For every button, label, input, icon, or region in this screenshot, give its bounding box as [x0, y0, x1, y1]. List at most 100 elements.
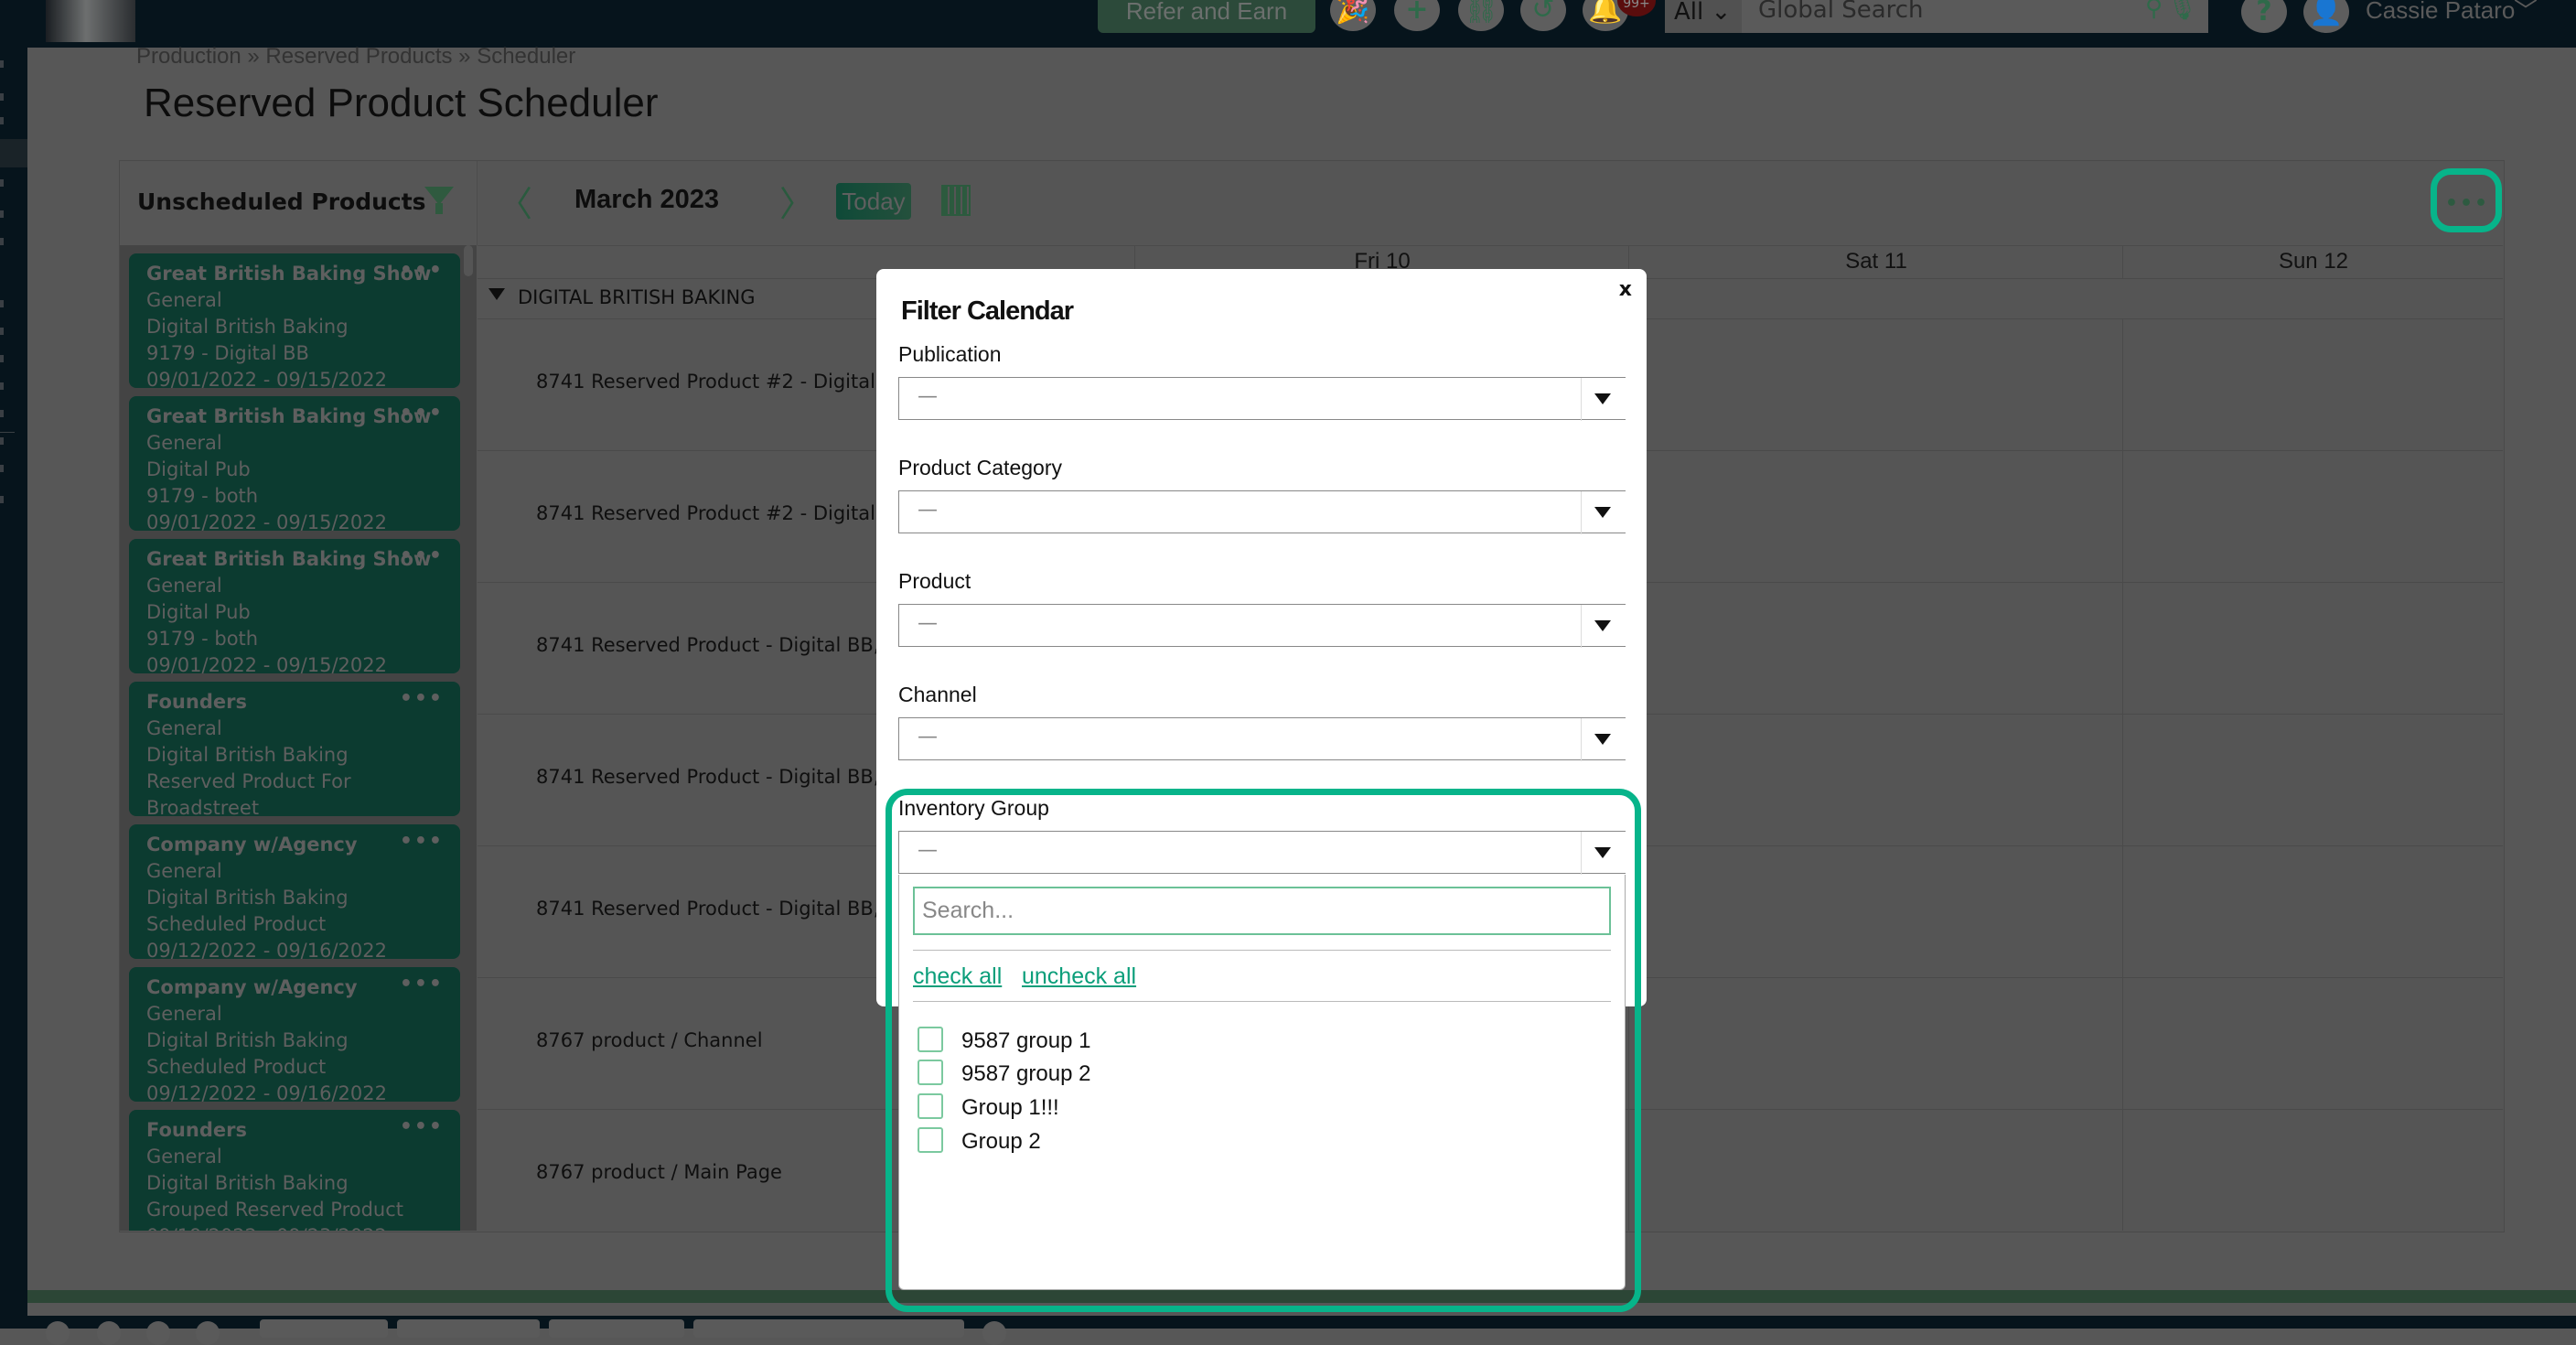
link-icon[interactable]: ⛓	[1458, 0, 1504, 31]
global-search-placeholder: Global Search	[1758, 0, 1924, 24]
help-icon[interactable]: ?	[2241, 0, 2287, 33]
publication-dropdown-toggle[interactable]	[1581, 378, 1626, 421]
unscheduled-card[interactable]: Founders General Digital British Baking …	[129, 682, 460, 845]
more-icon[interactable]: •••	[400, 400, 444, 426]
taskbar-icon[interactable]	[146, 1321, 170, 1345]
global-search-input[interactable]: Global Search ⚲ 🎙	[1742, 0, 2208, 33]
card-publication: Digital Pub	[146, 458, 251, 480]
channel-dropdown-toggle[interactable]	[1581, 718, 1626, 761]
filter-icon[interactable]	[424, 187, 454, 214]
previous-month-button[interactable]: 〈	[498, 176, 532, 226]
nav-item-icon[interactable]	[0, 179, 4, 187]
inventory-group-select[interactable]: —	[898, 831, 1626, 875]
today-button[interactable]: Today	[836, 183, 911, 220]
taskbar-icon[interactable]	[982, 1321, 1006, 1345]
product-category-dropdown-toggle[interactable]	[1581, 491, 1626, 534]
more-icon[interactable]: •••	[400, 543, 444, 569]
row-label: 8741 Reserved Product - Digital BB, D	[536, 766, 901, 788]
unscheduled-card[interactable]: Company w/Agency General Digital British…	[129, 967, 460, 1104]
caret-down-icon	[1594, 734, 1611, 745]
check-all-link[interactable]: check all	[913, 963, 1002, 990]
logo[interactable]	[46, 0, 135, 42]
history-icon[interactable]: ↺	[1520, 0, 1566, 31]
nav-item-icon[interactable]	[0, 210, 4, 218]
checkbox[interactable]	[918, 1127, 943, 1153]
microphone-icon[interactable]: 🎙	[2167, 0, 2197, 22]
checkbox[interactable]	[918, 1093, 943, 1119]
taskbar-icon[interactable]	[196, 1321, 220, 1345]
unscheduled-list[interactable]: Great British Baking Show General Digita…	[120, 245, 477, 1231]
card-product: Reserved Product For Broadstreet	[146, 770, 351, 819]
more-icon[interactable]: •••	[400, 828, 444, 855]
card-publication: Digital British Baking	[146, 744, 349, 766]
calendar-icon[interactable]	[941, 185, 971, 216]
collapse-triangle-icon[interactable]	[488, 288, 505, 300]
next-month-button[interactable]: 〉	[779, 176, 814, 226]
caret-down-icon	[1594, 620, 1611, 631]
nav-item-icon[interactable]	[0, 93, 4, 101]
product-category-value: —	[918, 499, 938, 522]
nav-item-icon[interactable]	[0, 437, 4, 445]
card-dates: 09/01/2022 - 09/15/2022	[146, 369, 388, 391]
unscheduled-card[interactable]: Great British Baking Show General Digita…	[129, 539, 460, 676]
unscheduled-card[interactable]: Company w/Agency General Digital British…	[129, 824, 460, 962]
unscheduled-title: Unscheduled Products	[137, 188, 426, 215]
more-icon[interactable]: •••	[400, 971, 444, 997]
taskbar-tab[interactable]	[549, 1319, 684, 1338]
taskbar-icon[interactable]	[97, 1321, 121, 1345]
divider	[913, 950, 1611, 951]
product-dropdown-toggle[interactable]	[1581, 605, 1626, 648]
taskbar-tab[interactable]	[260, 1319, 388, 1338]
card-category: General	[146, 1146, 222, 1167]
nav-item-icon[interactable]	[0, 300, 4, 307]
channel-select[interactable]: —	[898, 717, 1626, 761]
search-scope-select[interactable]: All ⌄	[1665, 0, 1742, 33]
search-scope-value: All	[1674, 0, 1704, 26]
nav-item-icon[interactable]	[0, 355, 4, 362]
scrollbar[interactable]	[464, 245, 473, 276]
taskbar-tab[interactable]	[397, 1319, 540, 1338]
more-icon[interactable]: •••	[400, 685, 444, 712]
more-icon[interactable]: •••	[400, 257, 444, 284]
card-category: General	[146, 289, 222, 311]
nav-item-icon[interactable]	[0, 410, 4, 417]
inventory-group-dropdown-toggle[interactable]	[1581, 832, 1626, 875]
row-label: 8767 product / Channel	[536, 1029, 763, 1051]
party-icon[interactable]: 🎉	[1330, 0, 1376, 31]
nav-item-icon[interactable]	[0, 328, 4, 335]
row-label: 8741 Reserved Product - Digital BB, D	[536, 634, 901, 656]
nav-item-icon[interactable]	[0, 465, 4, 472]
nav-item-icon[interactable]	[0, 117, 4, 124]
uncheck-all-link[interactable]: uncheck all	[1022, 963, 1136, 990]
nav-item-icon[interactable]	[0, 238, 4, 245]
user-menu-name[interactable]: Cassie Pataro	[2366, 0, 2515, 25]
plus-icon[interactable]: +	[1394, 0, 1440, 31]
nav-item-icon[interactable]	[0, 496, 4, 503]
search-icon[interactable]: ⚲	[2145, 0, 2163, 22]
user-avatar-icon[interactable]: 👤	[2303, 0, 2349, 33]
left-navigation	[0, 48, 27, 1329]
publication-select[interactable]: —	[898, 377, 1626, 421]
inventory-group-search-input[interactable]	[913, 887, 1611, 935]
breadcrumb[interactable]: Production » Reserved Products » Schedul…	[136, 44, 575, 70]
chevron-down-icon[interactable]: ﹀	[2514, 0, 2538, 27]
calendar-toolbar: 〈 March 2023 〉 Today	[478, 161, 2503, 245]
taskbar-icon[interactable]	[46, 1321, 70, 1345]
nav-item-active[interactable]	[0, 139, 27, 167]
more-icon[interactable]: •••	[400, 1114, 444, 1140]
checkbox[interactable]	[918, 1027, 943, 1052]
option-label: 9587 group 2	[961, 1061, 1091, 1086]
unscheduled-card[interactable]: Founders General Digital British Baking …	[129, 1110, 460, 1231]
unscheduled-card[interactable]: Great British Baking Show General Digita…	[129, 396, 460, 533]
unscheduled-card[interactable]: Great British Baking Show General Digita…	[129, 253, 460, 391]
refer-and-earn-button[interactable]: Refer and Earn	[1098, 0, 1315, 33]
nav-item-icon[interactable]	[0, 382, 4, 390]
modal-title: Filter Calendar	[901, 296, 1074, 326]
product-category-select[interactable]: —	[898, 490, 1626, 534]
close-icon[interactable]: x	[1619, 278, 1632, 301]
nav-item-icon[interactable]	[0, 60, 4, 68]
publication-label: Publication	[898, 342, 1002, 366]
product-select[interactable]: —	[898, 604, 1626, 648]
checkbox[interactable]	[918, 1060, 943, 1085]
taskbar-tab[interactable]	[693, 1319, 964, 1338]
